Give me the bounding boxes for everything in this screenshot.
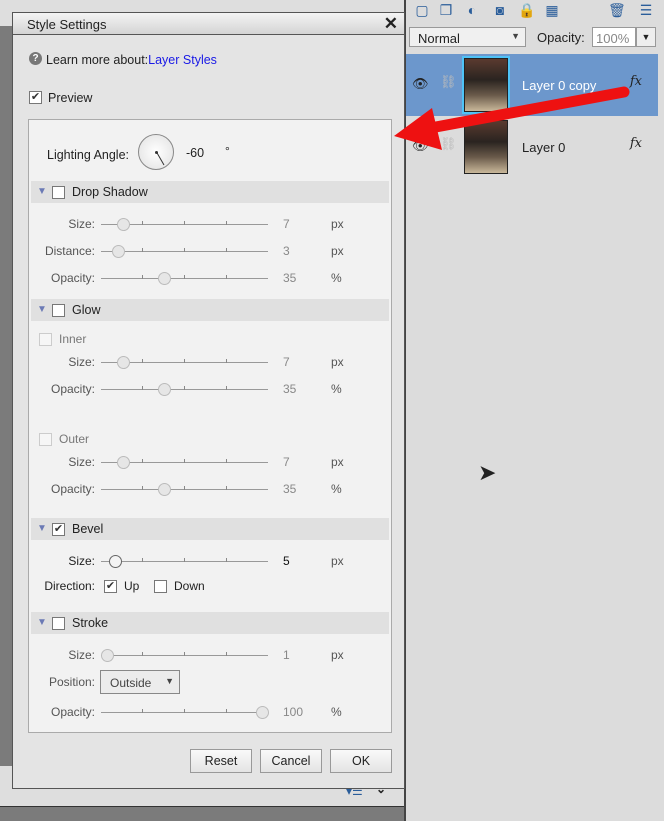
arrow-shaft xyxy=(419,86,630,135)
arrow-head xyxy=(394,108,442,150)
annotation-arrow xyxy=(394,86,630,150)
